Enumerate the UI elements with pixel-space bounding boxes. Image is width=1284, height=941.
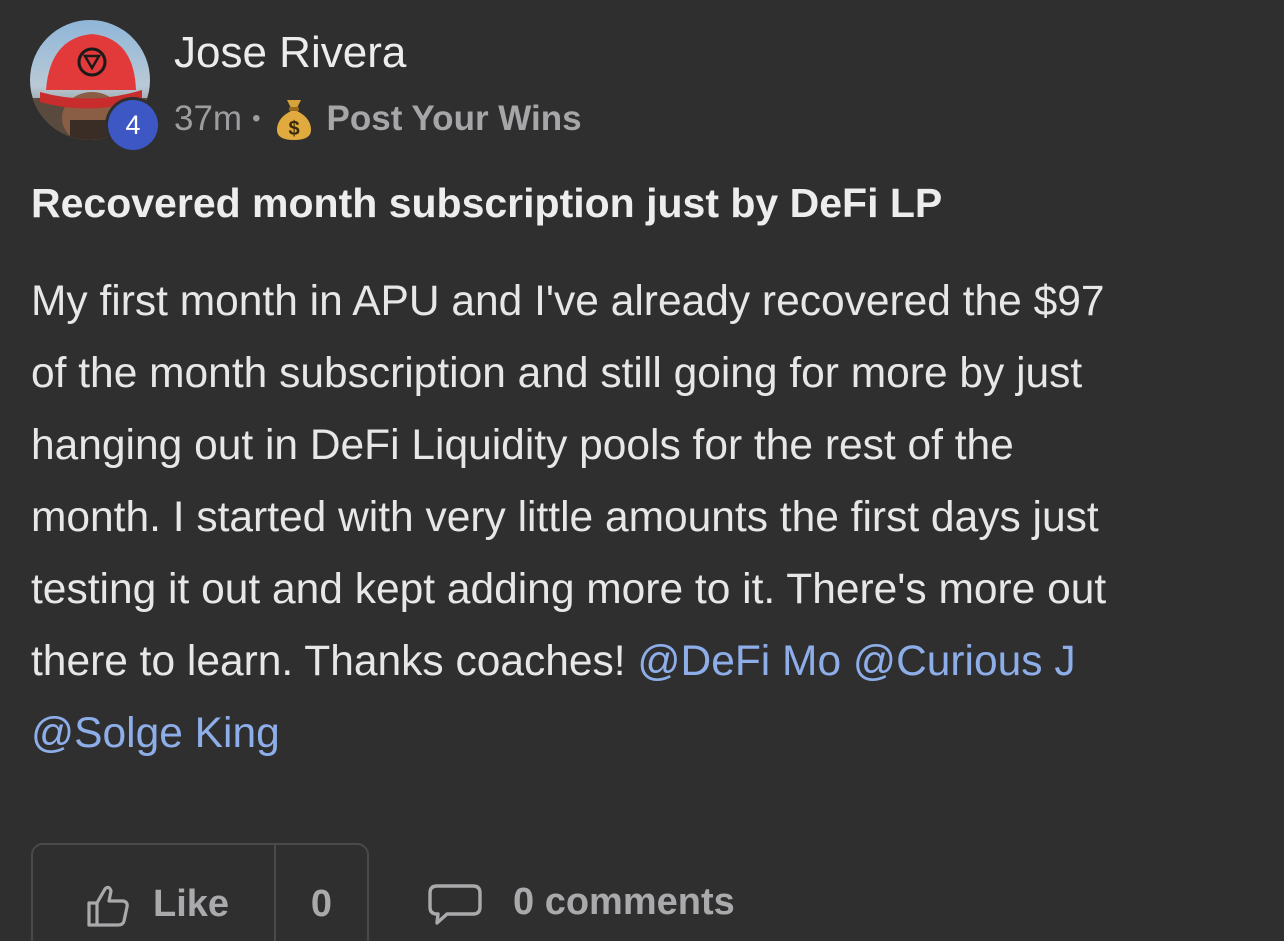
body-line: of the month subscription and still goin… xyxy=(31,350,1083,397)
post-category[interactable]: Post Your Wins xyxy=(327,99,582,139)
level-number: 4 xyxy=(108,100,158,150)
post-time[interactable]: 37m xyxy=(174,99,242,139)
author-avatar-wrap[interactable]: 4 xyxy=(30,20,161,153)
body-line: hanging out in DeFi Liquidity pools for … xyxy=(31,422,1014,469)
body-line-with-mentions: there to learn. Thanks coaches! @DeFi Mo… xyxy=(31,626,1271,698)
thumbs-up-icon xyxy=(87,885,129,927)
post-meta: 37m • $ Post Your Wins xyxy=(174,96,582,142)
like-button[interactable]: Like xyxy=(33,845,274,941)
body-line: month. I started with very little amount… xyxy=(31,494,1099,541)
like-count[interactable]: 0 xyxy=(274,845,367,941)
mention-curious-j[interactable]: @Curious J xyxy=(853,638,1076,685)
author-name[interactable]: Jose Rivera xyxy=(174,28,406,78)
mention-defi-mo[interactable]: @DeFi Mo xyxy=(637,638,841,685)
like-label: Like xyxy=(153,883,230,925)
level-badge: 4 xyxy=(105,97,161,153)
body-line: there to learn. Thanks coaches! xyxy=(31,638,638,685)
money-bag-icon: $ xyxy=(276,100,311,140)
comment-icon xyxy=(428,884,482,925)
body-line-mentions: @Solge King xyxy=(31,698,1271,770)
body-line: testing it out and kept adding more to i… xyxy=(31,566,1107,613)
comments-button[interactable]: 0 comments xyxy=(427,843,735,941)
comments-label: 0 comments xyxy=(513,881,735,923)
meta-separator: • xyxy=(252,105,261,132)
post-card: 4 Jose Rivera 37m • $ Post Your Wins Rec… xyxy=(0,0,1284,941)
mention-solge-king[interactable]: @Solge King xyxy=(31,710,280,757)
post-body: My first month in APU and I've already r… xyxy=(31,266,1271,770)
body-line: My first month in APU and I've already r… xyxy=(31,278,1105,325)
post-title: Recovered month subscription just by DeF… xyxy=(31,180,943,226)
post-actions: Like 0 0 comments xyxy=(31,843,735,941)
like-group: Like 0 xyxy=(31,843,369,941)
svg-text:$: $ xyxy=(288,118,299,140)
